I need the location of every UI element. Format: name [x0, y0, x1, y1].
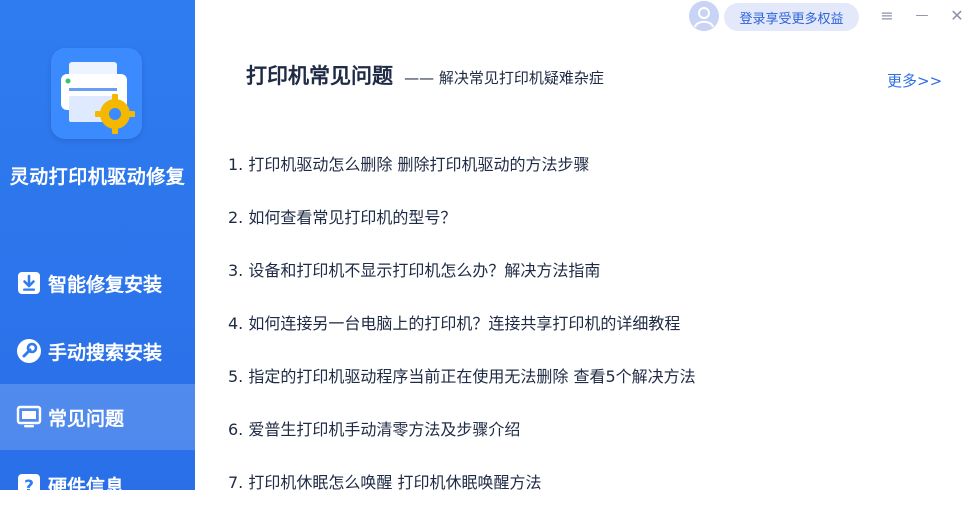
sidebar-item-smart-install[interactable]: 智能修复安装 [0, 250, 195, 316]
section-title: 打印机常见问题 [246, 64, 393, 88]
app-name: 灵动打印机驱动修复 [9, 166, 186, 188]
faq-item[interactable]: 1. 打印机驱动怎么删除 删除打印机驱动的方法步骤 [228, 136, 696, 189]
faq-item[interactable]: 5. 指定的打印机驱动程序当前正在使用无法删除 查看5个解决方法 [228, 348, 696, 401]
minimize-icon[interactable]: — [911, 4, 933, 26]
menu-icon[interactable]: ≡ [876, 4, 898, 26]
faq-item[interactable]: 4. 如何连接另一台电脑上的打印机？连接共享打印机的详细教程 [228, 295, 696, 348]
faq-item[interactable]: 3. 设备和打印机不显示打印机怎么办？解决方法指南 [228, 242, 696, 295]
sidebar-item-label: 硬件信息 [48, 475, 125, 491]
faq-item[interactable]: 2. 如何查看常见打印机的型号？ [228, 189, 696, 242]
faq-item[interactable]: 7. 打印机休眠怎么唤醒 打印机休眠唤醒方法 [228, 454, 696, 507]
faq-item[interactable]: 6. 爱普生打印机手动清零方法及步骤介绍 [228, 401, 696, 454]
faq-list: 1. 打印机驱动怎么删除 删除打印机驱动的方法步骤 2. 如何查看常见打印机的型… [228, 136, 696, 507]
section-subtitle: —— 解决常见打印机疑难杂症 [404, 69, 604, 87]
sidebar-item-label: 手动搜索安装 [48, 341, 163, 364]
avatar[interactable] [689, 1, 719, 31]
sidebar-item-hardware-info[interactable]: ? 硬件信息 [0, 452, 195, 490]
sidebar-item-faq[interactable]: 常见问题 [0, 384, 195, 450]
login-button[interactable]: 登录享受更多权益 [724, 3, 859, 31]
sidebar: 灵动打印机驱动修复 智能修复安装 手动搜索安装 常见问题 ? 硬件信息 [0, 0, 195, 490]
close-icon[interactable]: ✕ [946, 4, 968, 26]
sidebar-item-label: 常见问题 [48, 407, 125, 430]
question-icon: ? [16, 472, 42, 490]
sidebar-item-label: 智能修复安装 [48, 273, 163, 296]
monitor-icon [16, 404, 42, 430]
page-title: 打印机常见问题 —— 解决常见打印机疑难杂症 [246, 60, 604, 90]
wrench-icon [16, 338, 42, 364]
download-box-icon [16, 270, 42, 296]
svg-text:?: ? [24, 477, 34, 490]
printer-logo-icon [51, 48, 142, 139]
sidebar-item-manual-search[interactable]: 手动搜索安装 [0, 318, 195, 384]
more-link[interactable]: 更多>> [887, 70, 942, 91]
